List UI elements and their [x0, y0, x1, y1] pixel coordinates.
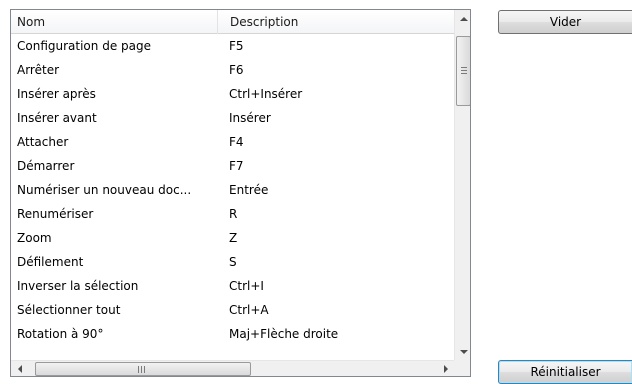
list-rows: Configuration de page F5 Arrêter F6 Insére… [11, 34, 454, 346]
list-item[interactable]: Rotation à 90° Maj+Flèche droite [11, 322, 454, 346]
column-header-name[interactable]: Nom [11, 10, 218, 34]
list-item[interactable]: Insérer avant Insérer [11, 106, 454, 130]
arrow-up-icon [459, 16, 468, 21]
item-shortcut: F7 [229, 159, 244, 173]
horizontal-scrollbar[interactable] [11, 360, 454, 376]
item-shortcut: Ctrl+I [229, 279, 264, 293]
horizontal-scroll-thumb[interactable] [35, 362, 251, 376]
item-shortcut: Z [229, 231, 238, 245]
list-item[interactable]: Insérer après Ctrl+Insérer [11, 82, 454, 106]
scroll-up-button[interactable] [455, 10, 470, 27]
reset-button[interactable]: Réinitialiser [498, 360, 632, 384]
item-name: Zoom [17, 231, 52, 245]
grip-line [141, 366, 142, 373]
list-item[interactable]: Inverser la sélection Ctrl+I [11, 274, 454, 298]
item-name: Arrêter [17, 63, 60, 77]
list-item[interactable]: Démarrer F7 [11, 154, 454, 178]
grip-line [144, 366, 145, 373]
scrollbar-corner [454, 360, 470, 376]
item-shortcut: R [229, 207, 238, 221]
list-header: Nom Description [11, 10, 454, 34]
arrow-right-icon [443, 365, 448, 373]
item-shortcut: Maj+Flèche droite [229, 327, 339, 341]
list-item[interactable]: Attacher F4 [11, 130, 454, 154]
list-item[interactable]: Configuration de page F5 [11, 34, 454, 58]
list-item[interactable]: Zoom Z [11, 226, 454, 250]
column-header-description[interactable]: Description [218, 10, 454, 34]
item-shortcut: Ctrl+A [229, 303, 269, 317]
grip-line [461, 70, 467, 71]
list-item[interactable]: Défilement S [11, 250, 454, 274]
item-name: Configuration de page [17, 39, 151, 53]
item-shortcut: F5 [229, 39, 244, 53]
item-name: Sélectionner tout [17, 303, 121, 317]
item-name: Défilement [17, 255, 84, 269]
item-name: Insérer après [17, 87, 96, 101]
list-item[interactable]: Numériser un nouveau doc... Entrée [11, 178, 454, 202]
item-shortcut: F6 [229, 63, 244, 77]
list-item[interactable]: Arrêter F6 [11, 58, 454, 82]
item-shortcut: Insérer [229, 111, 271, 125]
item-shortcut: Entrée [229, 183, 269, 197]
item-name: Démarrer [17, 159, 75, 173]
vertical-scrollbar[interactable] [454, 10, 470, 360]
scroll-left-button[interactable] [11, 361, 28, 376]
item-name: Renumériser [17, 207, 94, 221]
arrow-down-icon [459, 349, 468, 354]
item-name: Numériser un nouveau doc... [17, 183, 192, 197]
grip-line [461, 73, 467, 74]
shortcut-list[interactable]: Nom Description Configuration de page F5 … [10, 9, 471, 377]
item-name: Inverser la sélection [17, 279, 139, 293]
grip-line [138, 366, 139, 373]
arrow-left-icon [17, 365, 22, 373]
item-shortcut: Ctrl+Insérer [229, 87, 303, 101]
scroll-down-button[interactable] [455, 343, 470, 360]
item-name: Rotation à 90° [17, 327, 104, 341]
item-name: Attacher [17, 135, 69, 149]
item-name: Insérer avant [17, 111, 97, 125]
grip-line [461, 67, 467, 68]
list-item[interactable]: Renumériser R [11, 202, 454, 226]
item-shortcut: F4 [229, 135, 244, 149]
list-item[interactable]: Sélectionner tout Ctrl+A [11, 298, 454, 322]
clear-button[interactable]: Vider [498, 10, 632, 34]
item-shortcut: S [229, 255, 237, 269]
scroll-right-button[interactable] [437, 361, 454, 376]
vertical-scroll-thumb[interactable] [456, 36, 470, 106]
